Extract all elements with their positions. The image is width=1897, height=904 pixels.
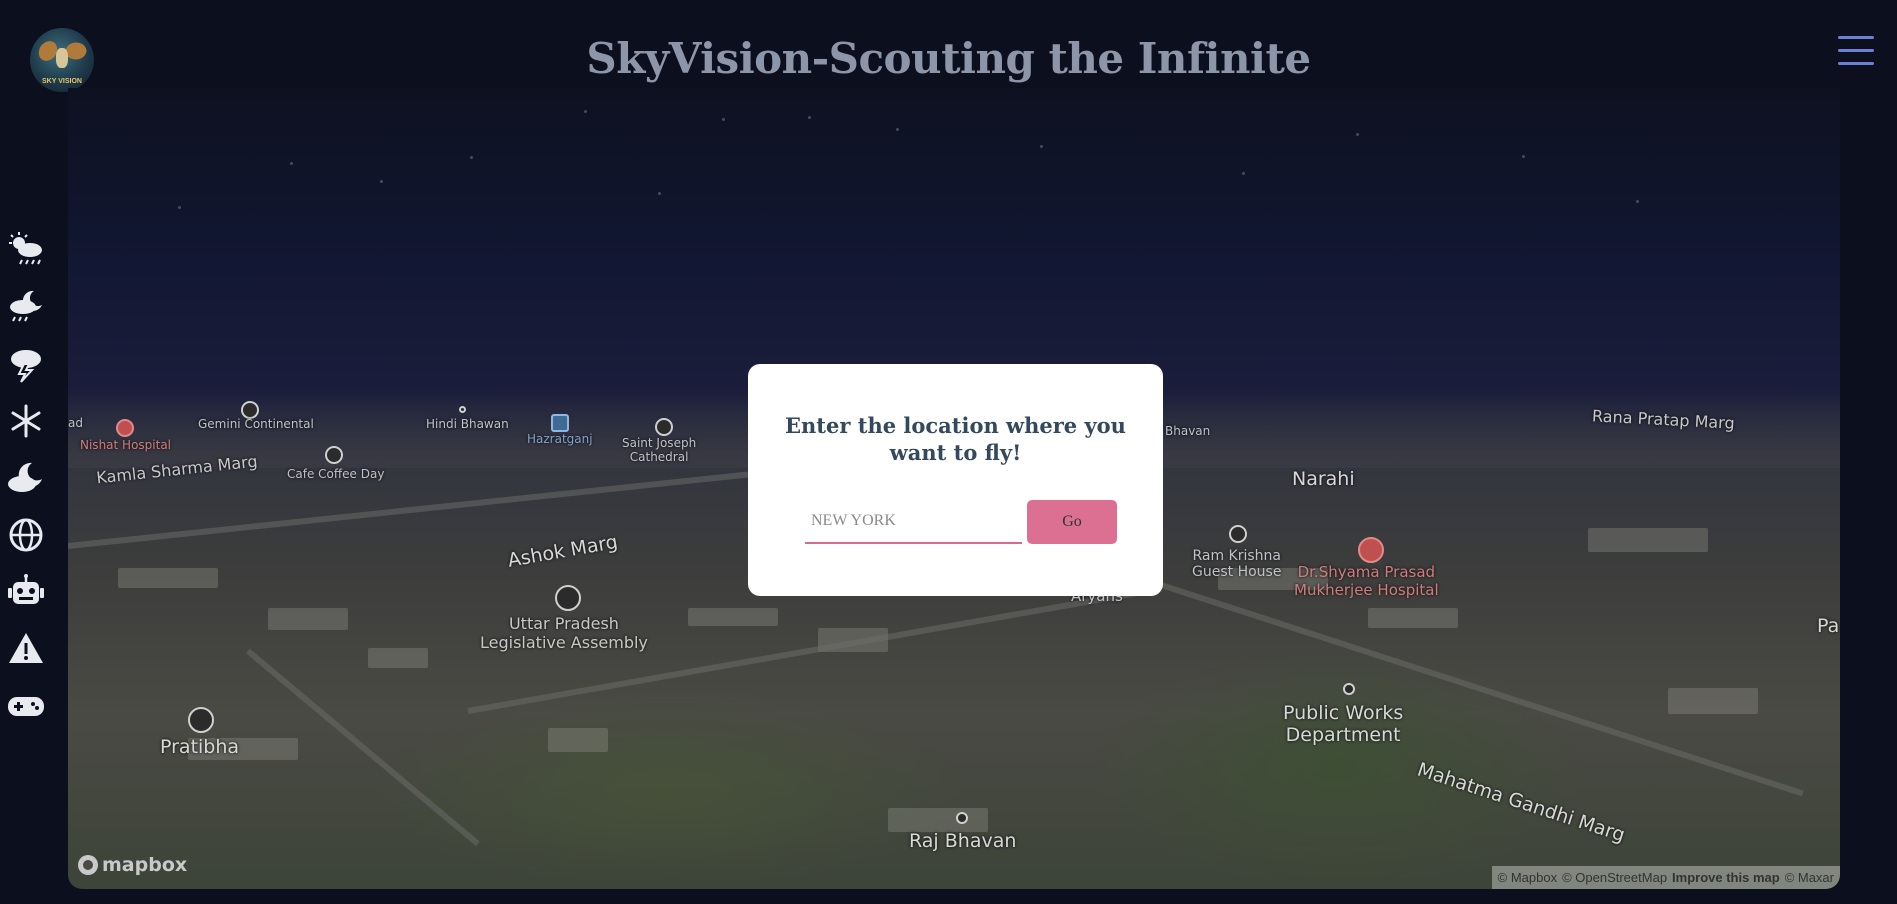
transit-marker-icon [551, 414, 569, 432]
mapbox-logo[interactable]: mapbox [78, 854, 187, 876]
location-input[interactable] [805, 500, 1022, 544]
page-title: SkyVision-Scouting the Infinite [586, 34, 1311, 83]
church-marker-icon [655, 418, 673, 436]
go-button[interactable]: Go [1027, 500, 1117, 544]
modal-heading: Enter the location where you want to fly… [785, 413, 1126, 465]
moon-cloud-icon[interactable] [6, 458, 46, 498]
hotel-marker-icon [1229, 525, 1247, 543]
hospital-marker-icon [116, 419, 134, 437]
cinema-marker-icon [188, 707, 214, 733]
attribution-osm-link[interactable]: © OpenStreetMap [1562, 866, 1667, 889]
map-dot [956, 812, 968, 824]
sun-rain-icon[interactable] [6, 230, 46, 270]
mapbox-logo-icon [78, 855, 98, 875]
government-marker-icon [555, 585, 581, 611]
map-label-hazratganj: Hazratganj [527, 432, 593, 446]
map-label-bhavan: Bhavan [1165, 424, 1211, 438]
globe-icon[interactable] [6, 515, 46, 555]
snowflake-icon[interactable] [6, 401, 46, 441]
map-label-narahi: Narahi [1292, 468, 1355, 490]
header: SKY VISION SkyVision-Scouting the Infini… [0, 0, 1897, 92]
gamepad-icon[interactable] [6, 686, 46, 726]
menu-line [1838, 49, 1874, 52]
map-label-hindi-bhawan: Hindi Bhawan [426, 417, 509, 431]
map-label-shyama-prasad-hospital: Dr.Shyama Prasad Mukherjee Hospital [1294, 563, 1439, 599]
robot-icon[interactable] [6, 572, 46, 612]
hamburger-menu-icon[interactable] [1838, 36, 1874, 66]
map-dot [459, 406, 466, 413]
attribution-mapbox-link[interactable]: © Mapbox [1498, 866, 1557, 889]
park-area [1088, 648, 1588, 888]
map-attribution: © Mapbox © OpenStreetMap Improve this ma… [1491, 866, 1840, 889]
map-label-raj-bhavan: Raj Bhavan [909, 830, 1017, 852]
map-label-uttar-pradesh-legislative-assembly: Uttar Pradesh Legislative Assembly [480, 614, 648, 652]
map-label-pa: Pa [1817, 615, 1840, 637]
thunderstorm-icon[interactable] [6, 344, 46, 384]
map-label-saint-joseph-cathedral: Saint Joseph Cathedral [622, 436, 697, 464]
menu-line [1838, 62, 1874, 65]
mapbox-logo-text: mapbox [102, 854, 188, 876]
map-label-ram-krishna-guest-house: Ram Krishna Guest House [1192, 548, 1282, 580]
improve-map-link[interactable]: Improve this map [1672, 866, 1780, 889]
map-label-gemini-continental: Gemini Continental [198, 417, 314, 431]
warning-icon[interactable] [6, 629, 46, 669]
map-label-nishat-hospital: Nishat Hospital [80, 438, 172, 452]
map-label-ashok-marg: Ashok Marg [506, 530, 620, 572]
park-area [368, 688, 968, 888]
map-label: ad [68, 416, 83, 430]
location-modal: Enter the location where you want to fly… [748, 364, 1163, 596]
attribution-maxar-link[interactable]: © Maxar [1785, 866, 1834, 889]
map-dot [1343, 683, 1355, 695]
map-label-public-works-department: Public Works Department [1283, 702, 1404, 746]
cafe-marker-icon [325, 446, 343, 464]
map-label-cafe-coffee-day: Cafe Coffee Day [287, 467, 385, 481]
map-label-pratibha: Pratibha [160, 736, 240, 758]
menu-line [1838, 36, 1874, 39]
moon-rain-icon[interactable] [6, 287, 46, 327]
hospital-marker-icon [1358, 537, 1384, 563]
